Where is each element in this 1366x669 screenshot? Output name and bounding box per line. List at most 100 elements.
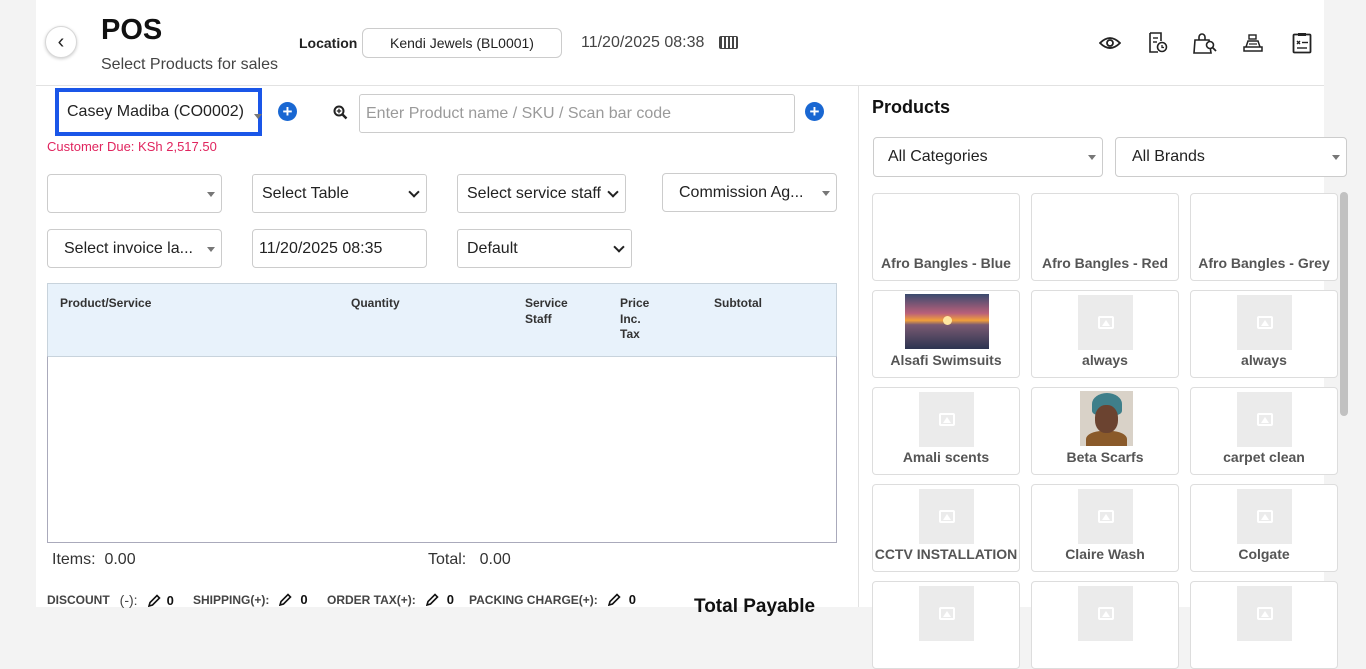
order-tax-label: ORDER TAX(+): <box>327 592 416 607</box>
order-tax-field: ORDER TAX(+): 0 <box>327 592 454 607</box>
product-card[interactable]: Colgate <box>1190 484 1338 572</box>
pencil-icon[interactable] <box>279 593 292 606</box>
price-group-select[interactable]: Default <box>457 229 632 268</box>
product-card[interactable]: carpet clean <box>1190 387 1338 475</box>
keyboard-icon[interactable] <box>719 36 738 49</box>
product-name: always <box>1082 352 1128 368</box>
customer-select[interactable]: Casey Madiba (CO0002) <box>55 88 262 136</box>
packing-charge-field: PACKING CHARGE(+): 0 <box>469 592 636 607</box>
discount-label: DISCOUNT <box>47 593 110 607</box>
pencil-icon[interactable] <box>425 593 439 606</box>
shipping-label: SHIPPING(+): <box>193 592 270 607</box>
product-card[interactable]: Alsafi Swimsuits <box>872 290 1020 378</box>
product-card[interactable]: Beta Scarfs <box>1031 387 1179 475</box>
bag-search-icon[interactable] <box>1193 31 1217 55</box>
brand-filter-value: All Brands <box>1132 148 1205 165</box>
caret-down-icon <box>1332 155 1340 160</box>
column-header: Quantity <box>351 296 400 310</box>
items-value: 0.00 <box>104 551 136 568</box>
chevron-left-icon: ‹ <box>57 30 65 53</box>
caret-down-icon <box>207 191 215 197</box>
add-customer-button[interactable]: + <box>278 102 297 121</box>
price-group-value: Default <box>467 239 518 257</box>
caret-down-icon <box>822 190 830 196</box>
product-card[interactable]: Afro Bangles - Red <box>1031 193 1179 281</box>
invoice-layout-value: Select invoice la... <box>64 239 193 257</box>
chevron-down-icon <box>613 240 625 253</box>
image-placeholder-icon <box>919 489 974 544</box>
product-card[interactable]: CCTV INSTALLATION <box>872 484 1020 572</box>
page-title: POS <box>101 14 163 46</box>
table-select[interactable]: Select Table <box>252 174 427 213</box>
product-image <box>905 294 989 349</box>
product-card[interactable]: Amali scents <box>872 387 1020 475</box>
cash-register-icon[interactable] <box>1241 31 1265 55</box>
panel-divider <box>858 86 859 607</box>
pencil-icon[interactable] <box>147 593 161 607</box>
category-filter-select[interactable]: All Categories <box>873 137 1103 177</box>
product-card[interactable]: Afro Bangles - Grey <box>1190 193 1338 281</box>
blank-select[interactable] <box>47 174 222 213</box>
product-search-input[interactable]: Enter Product name / SKU / Scan bar code <box>359 94 795 133</box>
customer-due-label: Customer Due: <box>47 139 135 154</box>
product-card[interactable]: always <box>1031 290 1179 378</box>
service-staff-select[interactable]: Select service staff <box>457 174 626 213</box>
shipping-value: 0 <box>300 592 308 607</box>
product-card[interactable] <box>1190 581 1338 669</box>
image-placeholder-icon <box>919 392 974 447</box>
location-select[interactable]: Kendi Jewels (BL0001) <box>362 28 562 58</box>
brand-filter-select[interactable]: All Brands <box>1115 137 1347 177</box>
plus-icon: + <box>282 102 293 121</box>
commission-agent-value: Commission Ag... <box>679 183 804 201</box>
clipboard-close-icon[interactable] <box>1290 31 1314 55</box>
product-card[interactable]: Afro Bangles - Blue <box>872 193 1020 281</box>
product-card[interactable] <box>872 581 1020 669</box>
product-name: always <box>1241 352 1287 368</box>
cart-table-header: Product/Service Quantity Service Staff P… <box>47 283 837 356</box>
eye-icon[interactable] <box>1098 31 1122 55</box>
location-label: Location <box>299 35 358 51</box>
table-select-value: Select Table <box>262 184 349 202</box>
add-product-button[interactable]: + <box>805 102 824 121</box>
image-placeholder-icon <box>1237 392 1292 447</box>
current-datetime: 11/20/2025 08:38 <box>581 34 705 51</box>
product-name: Colgate <box>1238 546 1290 562</box>
product-card[interactable]: always <box>1190 290 1338 378</box>
total-payable-label: Total Payable <box>694 596 816 617</box>
category-filter-value: All Categories <box>888 148 988 165</box>
customer-select-value: Casey Madiba (CO0002) <box>67 103 244 120</box>
packing-charge-value: 0 <box>628 592 637 607</box>
shipping-field: SHIPPING(+): 0 <box>193 592 308 607</box>
product-name: CCTV INSTALLATION <box>874 546 1018 562</box>
customer-due-value: KSh 2,517.50 <box>138 139 217 154</box>
chevron-down-icon <box>607 185 619 198</box>
product-name: carpet clean <box>1223 449 1305 465</box>
image-placeholder-icon <box>919 586 974 641</box>
image-placeholder-icon <box>1237 295 1292 350</box>
customer-due: Customer Due: KSh 2,517.50 <box>47 139 217 154</box>
commission-agent-select[interactable]: Commission Ag... <box>662 173 837 212</box>
total-label: Total: <box>428 551 467 568</box>
pos-screen: ‹ POS Select Products for sales Location… <box>36 0 1348 669</box>
pencil-icon[interactable] <box>607 593 621 606</box>
product-card[interactable] <box>1031 581 1179 669</box>
page-subtitle: Select Products for sales <box>101 56 278 73</box>
header-divider <box>36 85 1324 86</box>
image-placeholder-icon <box>1237 489 1292 544</box>
invoice-clock-icon[interactable] <box>1146 31 1170 55</box>
products-scrollbar[interactable] <box>1340 192 1348 416</box>
product-name: Claire Wash <box>1065 546 1145 562</box>
column-header: Product/Service <box>60 296 152 310</box>
transaction-date-input[interactable]: 11/20/2025 08:35 <box>252 229 427 268</box>
product-card[interactable]: Claire Wash <box>1031 484 1179 572</box>
zoom-in-icon <box>333 105 348 125</box>
discount-field: DISCOUNT (-): 0 <box>47 592 174 608</box>
total-amount: Total: 0.00 <box>428 551 511 569</box>
product-name: Beta Scarfs <box>1066 449 1144 465</box>
cart-table-body <box>47 356 837 543</box>
invoice-layout-select[interactable]: Select invoice la... <box>47 229 222 268</box>
caret-down-icon <box>1088 155 1096 160</box>
image-placeholder-icon <box>1078 295 1133 350</box>
back-button[interactable]: ‹ <box>45 26 77 58</box>
discount-sign: (-): <box>119 592 138 608</box>
